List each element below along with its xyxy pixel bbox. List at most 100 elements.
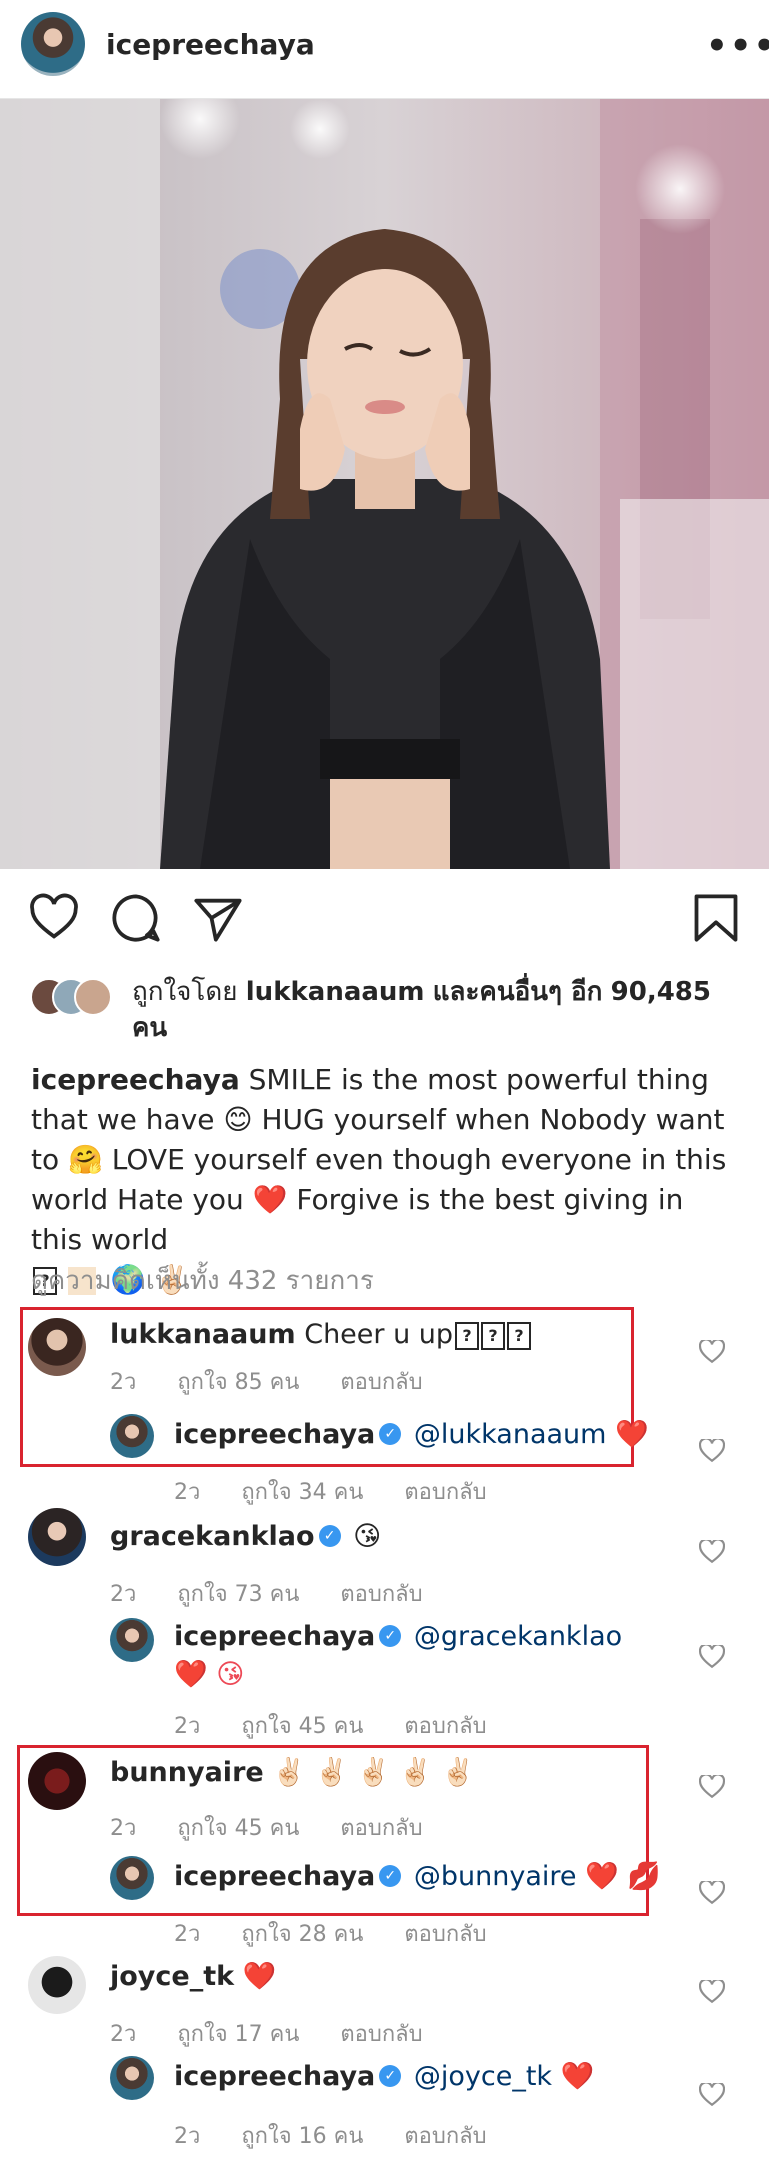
reply-text: ❤️ 💋 (585, 1861, 661, 1892)
comment-reply-button[interactable]: ตอบกลับ (340, 1582, 422, 1607)
reply-like-heart-icon[interactable] (699, 1439, 725, 1463)
share-send-icon[interactable] (192, 892, 244, 944)
reply-likes[interactable]: ถูกใจ 16 คน (241, 2124, 363, 2149)
reply-username[interactable]: icepreechaya (174, 1621, 375, 1652)
reply-meta: 2ว ถูกใจ 16 คน ตอบกลับ (174, 2118, 521, 2153)
reply-meta: 2ว ถูกใจ 34 คน ตอบกลับ (174, 1474, 521, 1509)
comment-like-heart-icon[interactable] (699, 1340, 725, 1364)
view-all-comments-link[interactable]: ดูความคิดเห็นทั้ง 432 รายการ (31, 1260, 374, 1301)
reply-like-heart-icon[interactable] (699, 1881, 725, 1905)
reply-meta: 2ว ถูกใจ 28 คน ตอบกลับ (174, 1916, 521, 1951)
comment-meta: 2ว ถูกใจ 73 คน ตอบกลับ (110, 1576, 457, 1611)
reply-body: icepreechaya ✓ @bunnyaire ❤️ 💋 (174, 1858, 661, 1896)
liker-avatar (74, 978, 112, 1016)
reply-text: ❤️ (615, 1419, 649, 1450)
reply-time: 2ว (174, 2124, 201, 2149)
comment-like-heart-icon[interactable] (699, 1775, 725, 1799)
missing-glyph-icon: ? (507, 1321, 532, 1350)
comment-reply-button[interactable]: ตอบกลับ (340, 2022, 422, 2047)
reply-body: icepreechaya ✓ @gracekanklao ❤️ 😘 (174, 1618, 634, 1694)
reply-reply-button[interactable]: ตอบกลับ (404, 2124, 486, 2149)
verified-badge-icon: ✓ (379, 1422, 402, 1445)
verified-badge-icon: ✓ (318, 1524, 341, 1547)
reply-time: 2ว (174, 1480, 201, 1505)
comment-time: 2ว (110, 1582, 137, 1607)
comment-like-heart-icon[interactable] (699, 1540, 725, 1564)
like-heart-icon[interactable] (28, 892, 80, 944)
reply-mention[interactable]: @bunnyaire (414, 1861, 577, 1892)
verified-badge-icon: ✓ (379, 1624, 402, 1647)
comment-time: 2ว (110, 1370, 137, 1395)
comment-likes[interactable]: ถูกใจ 45 คน (177, 1816, 299, 1841)
comment-username[interactable]: bunnyaire (110, 1757, 264, 1788)
likes-suffix: คน (132, 1013, 168, 1043)
comment-like-heart-icon[interactable] (699, 1980, 725, 2004)
comment-likes[interactable]: ถูกใจ 85 คน (177, 1370, 299, 1395)
caption-username[interactable]: icepreechaya (31, 1063, 240, 1096)
comment-username[interactable]: joyce_tk (110, 1961, 234, 1992)
reply-time: 2ว (174, 1922, 201, 1947)
comment-time: 2ว (110, 2022, 137, 2047)
comment-likes[interactable]: ถูกใจ 17 คน (177, 2022, 299, 2047)
post-photo-illustration (0, 99, 769, 869)
reply-like-heart-icon[interactable] (699, 1645, 725, 1669)
more-options-icon[interactable]: ••• (706, 26, 769, 66)
reply-username[interactable]: icepreechaya (174, 1861, 375, 1892)
reply-username[interactable]: icepreechaya (174, 2061, 375, 2092)
likes-user[interactable]: lukkanaaum (246, 977, 425, 1007)
likes-summary[interactable]: ถูกใจโดย lukkanaaum และคนอื่นๆ อีก 90,48… (132, 974, 752, 1046)
poster-username[interactable]: icepreechaya (106, 28, 315, 61)
verified-badge-icon: ✓ (379, 1864, 402, 1887)
comment-icon[interactable] (110, 892, 162, 944)
comment-avatar[interactable] (28, 1318, 86, 1376)
comment-text: Cheer u up (304, 1319, 454, 1350)
comment-body: joyce_tk ❤️ (110, 1958, 276, 1996)
reply-reply-button[interactable]: ตอบกลับ (404, 1714, 486, 1739)
comment-username[interactable]: gracekanklao (110, 1521, 315, 1552)
reply-meta: 2ว ถูกใจ 45 คน ตอบกลับ (174, 1708, 521, 1743)
comment-avatar[interactable] (28, 1752, 86, 1810)
comment-avatar[interactable] (28, 1508, 86, 1566)
comment-time: 2ว (110, 1816, 137, 1841)
reply-likes[interactable]: ถูกใจ 34 คน (241, 1480, 363, 1505)
comment-reply-button[interactable]: ตอบกลับ (340, 1816, 422, 1841)
comment-likes[interactable]: ถูกใจ 73 คน (177, 1582, 299, 1607)
reply-mention[interactable]: @lukkanaaum (414, 1419, 607, 1450)
reply-avatar[interactable] (110, 1856, 154, 1900)
reply-reply-button[interactable]: ตอบกลับ (404, 1480, 486, 1505)
reply-body: icepreechaya ✓ @lukkanaaum ❤️ (174, 1416, 649, 1454)
liker-avatars[interactable] (30, 978, 122, 1016)
comment-reply-button[interactable]: ตอบกลับ (340, 1370, 422, 1395)
reply-time: 2ว (174, 1714, 201, 1739)
likes-prefix: ถูกใจโดย (132, 977, 238, 1007)
reply-likes[interactable]: ถูกใจ 28 คน (241, 1922, 363, 1947)
comment-meta: 2ว ถูกใจ 85 คน ตอบกลับ (110, 1364, 457, 1399)
comment-body: lukkanaaum Cheer u up??? (110, 1316, 532, 1354)
reply-reply-button[interactable]: ตอบกลับ (404, 1922, 486, 1947)
likes-count: 90,485 (610, 977, 711, 1007)
reply-mention[interactable]: @gracekanklao (414, 1621, 622, 1652)
reply-username[interactable]: icepreechaya (174, 1419, 375, 1450)
comment-body: bunnyaire ✌🏻 ✌🏻 ✌🏻 ✌🏻 ✌🏻 (110, 1754, 475, 1792)
reply-avatar[interactable] (110, 1414, 154, 1458)
save-bookmark-icon[interactable] (690, 892, 742, 944)
reply-like-heart-icon[interactable] (699, 2083, 725, 2107)
reply-mention[interactable]: @joyce_tk (414, 2061, 552, 2092)
reply-text: ❤️ (560, 2061, 595, 2092)
comment-text: ❤️ (242, 1961, 277, 1992)
comment-avatar[interactable] (28, 1956, 86, 2014)
comment-text: ✌🏻 ✌🏻 ✌🏻 ✌🏻 ✌🏻 (272, 1757, 475, 1788)
poster-avatar[interactable] (21, 12, 85, 76)
post-photo[interactable] (0, 99, 769, 869)
comment-body: gracekanklao ✓ 😘 (110, 1518, 381, 1556)
missing-glyph-icon: ? (481, 1321, 506, 1350)
comment-meta: 2ว ถูกใจ 45 คน ตอบกลับ (110, 1810, 457, 1845)
verified-badge-icon: ✓ (379, 2064, 402, 2087)
action-bar (0, 880, 769, 960)
reply-avatar[interactable] (110, 1618, 154, 1662)
comment-text: 😘 (353, 1521, 382, 1552)
reply-likes[interactable]: ถูกใจ 45 คน (241, 1714, 363, 1739)
reply-avatar[interactable] (110, 2056, 154, 2100)
reply-body: icepreechaya ✓ @joyce_tk ❤️ (174, 2058, 594, 2096)
comment-username[interactable]: lukkanaaum (110, 1319, 296, 1350)
